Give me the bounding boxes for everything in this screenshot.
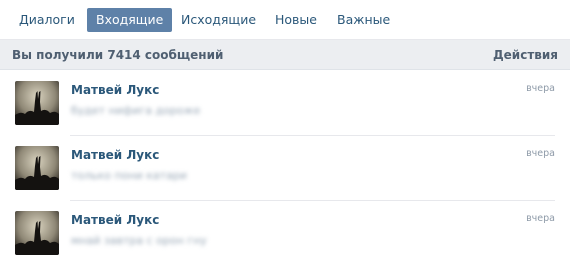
message-count-label: Вы получили 7414 сообщений	[12, 48, 224, 62]
message-time: вчера	[526, 83, 555, 94]
message-row[interactable]: Матвей Лукс будет нифигa дороже вчера	[0, 71, 570, 136]
tab-dialogs[interactable]: Диалоги	[10, 8, 84, 32]
message-time: вчера	[526, 213, 555, 224]
message-preview[interactable]: только пони катари	[71, 169, 187, 182]
tab-inbox[interactable]: Входящие	[87, 8, 173, 32]
concert-crowd-photo-icon	[15, 146, 59, 190]
sender-name[interactable]: Матвей Лукс	[71, 83, 159, 97]
avatar[interactable]	[15, 211, 59, 255]
summary-bar: Вы получили 7414 сообщений Действия	[0, 40, 570, 70]
avatar[interactable]	[15, 146, 59, 190]
message-row[interactable]: Матвей Лукс только пони катари вчера	[0, 136, 570, 201]
sender-name[interactable]: Матвей Лукс	[71, 148, 159, 162]
concert-crowd-photo-icon	[15, 211, 59, 255]
tab-important[interactable]: Важные	[328, 8, 399, 32]
message-time: вчера	[526, 148, 555, 159]
concert-crowd-photo-icon	[15, 81, 59, 125]
tab-new[interactable]: Новые	[266, 8, 326, 32]
message-row[interactable]: Матвей Лукс мнай завтра с орон гну вчера	[0, 201, 570, 264]
message-tabs: Диалоги Входящие Исходящие Новые Важные	[0, 0, 570, 40]
message-preview[interactable]: мнай завтра с орон гну	[71, 234, 207, 247]
actions-menu-button[interactable]: Действия	[493, 48, 558, 62]
avatar[interactable]	[15, 81, 59, 125]
tab-outbox[interactable]: Исходящие	[172, 8, 265, 32]
message-preview[interactable]: будет нифигa дороже	[71, 104, 200, 117]
sender-name[interactable]: Матвей Лукс	[71, 213, 159, 227]
